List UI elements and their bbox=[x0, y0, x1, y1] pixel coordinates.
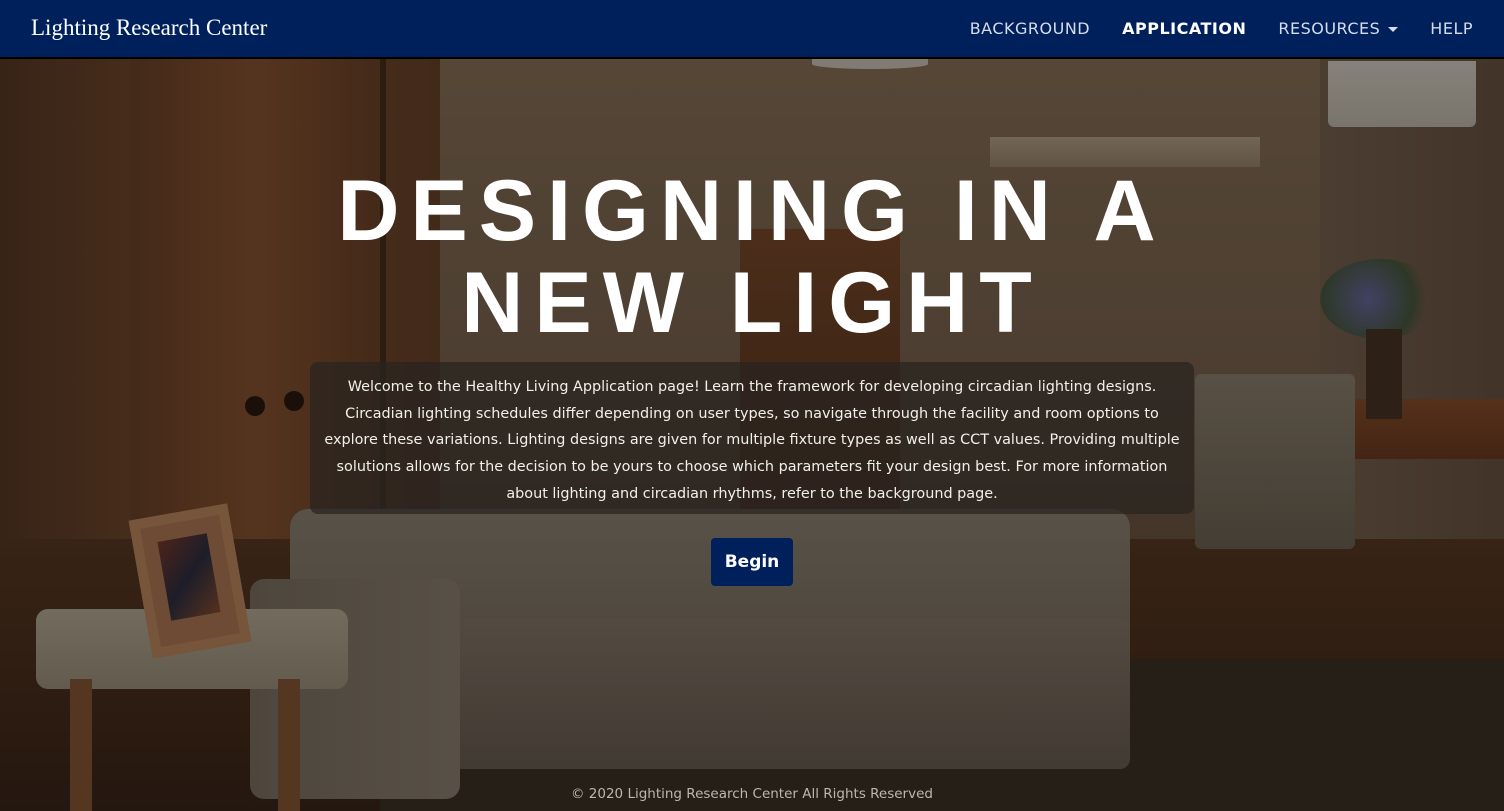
begin-button[interactable]: Begin bbox=[711, 538, 793, 586]
hero-title: DESIGNING IN A NEW LIGHT bbox=[0, 165, 1504, 349]
caret-down-icon bbox=[1388, 26, 1399, 32]
nav-links: BACKGROUND APPLICATION RESOURCES HELP bbox=[970, 0, 1473, 57]
nav-link-help[interactable]: HELP bbox=[1430, 19, 1473, 38]
nav-link-resources-dropdown[interactable]: RESOURCES bbox=[1278, 19, 1399, 38]
nav-link-application[interactable]: APPLICATION bbox=[1122, 19, 1246, 38]
intro-text-box: Welcome to the Healthy Living Applicatio… bbox=[310, 362, 1194, 514]
hero-title-line-1: DESIGNING IN A bbox=[337, 163, 1167, 259]
top-navbar: Lighting Research Center BACKGROUND APPL… bbox=[0, 0, 1504, 59]
footer-copyright: © 2020 Lighting Research Center All Righ… bbox=[571, 786, 933, 802]
brand-link[interactable]: Lighting Research Center bbox=[31, 15, 267, 41]
nav-link-resources-label: RESOURCES bbox=[1278, 19, 1381, 38]
hero-title-line-2: NEW LIGHT bbox=[461, 255, 1043, 351]
nav-link-background[interactable]: BACKGROUND bbox=[970, 19, 1090, 38]
